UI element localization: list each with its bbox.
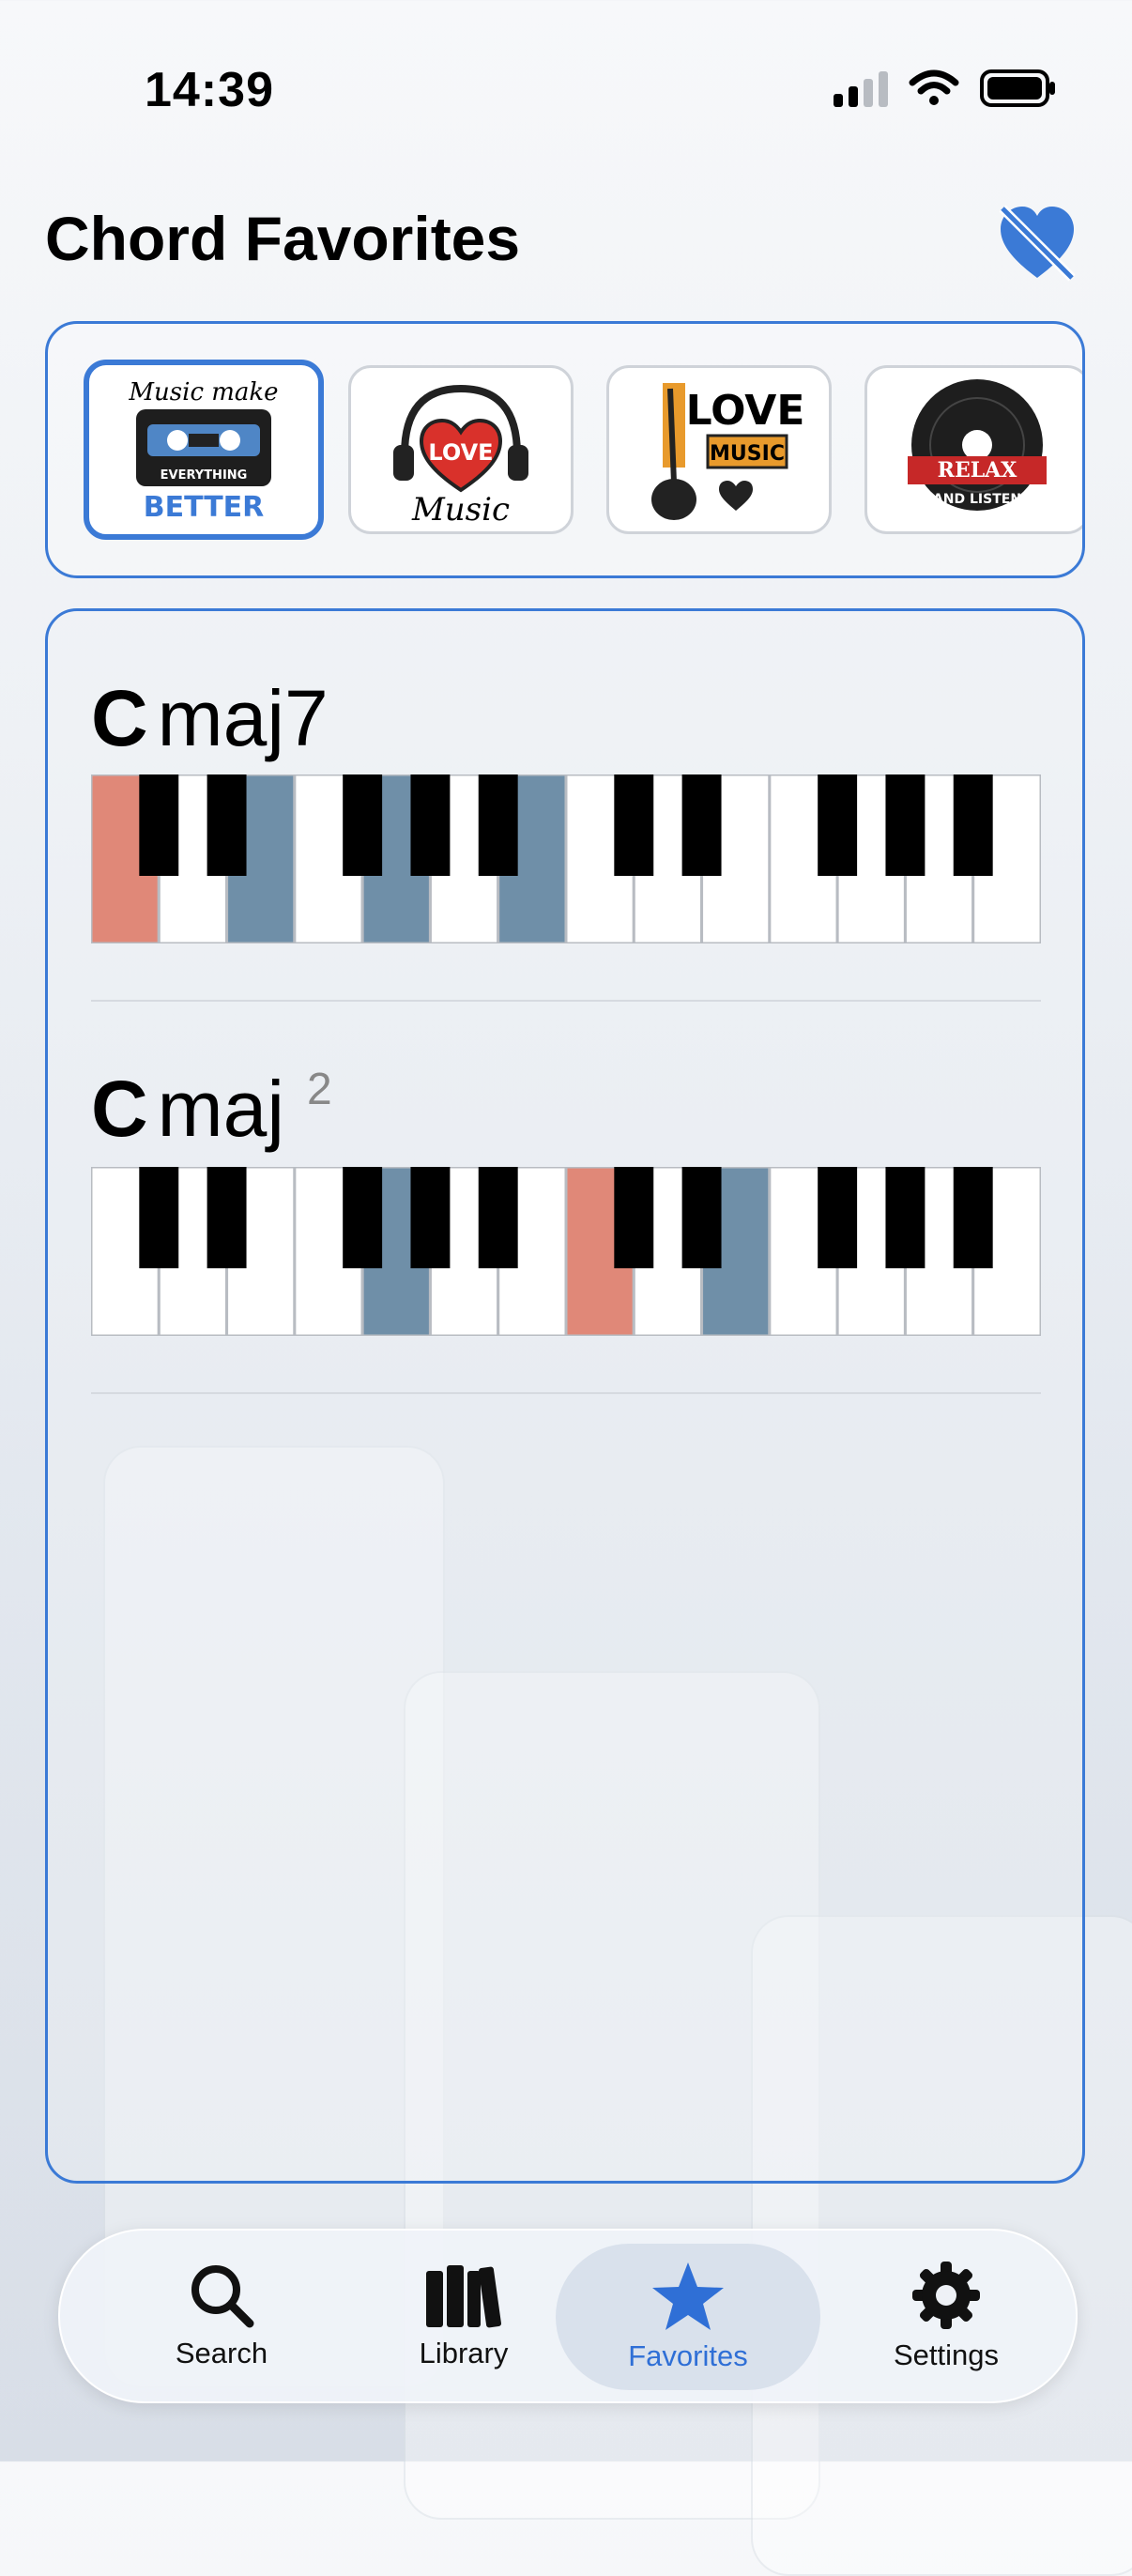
chord-extension: 2 (307, 1065, 332, 1114)
black-key[interactable] (953, 1167, 993, 1268)
status-time: 14:39 (145, 63, 274, 117)
sticker-strip[interactable]: Music make EVERYTHING BETTER LOVE Music … (45, 321, 1085, 578)
black-key[interactable] (478, 1167, 518, 1268)
sticker-relax-and-listen[interactable]: RELAX AND LISTEN (864, 365, 1082, 534)
books-icon (426, 2265, 501, 2328)
sticker-love-music[interactable]: LOVE Music (348, 365, 574, 534)
vinyl-record-sticker-icon: RELAX AND LISTEN (908, 379, 1047, 511)
chord-title[interactable]: C maj 2 (91, 1064, 332, 1155)
black-key[interactable] (410, 774, 451, 876)
black-key[interactable] (343, 1167, 383, 1268)
piano-keyboard[interactable] (91, 774, 1041, 943)
tab-search[interactable]: Search (101, 2231, 342, 2401)
black-key[interactable] (818, 774, 858, 876)
black-key[interactable] (614, 1167, 654, 1268)
heart-headphones-sticker-icon: LOVE Music (393, 384, 528, 529)
black-key[interactable] (207, 774, 247, 876)
gear-icon (912, 2262, 980, 2329)
black-key[interactable] (343, 774, 383, 876)
black-key[interactable] (139, 774, 179, 876)
svg-text:RELAX: RELAX (938, 458, 1018, 483)
black-key[interactable] (885, 1167, 925, 1268)
black-key[interactable] (681, 1167, 722, 1268)
sticker-music-make-better[interactable]: Music make EVERYTHING BETTER (84, 360, 324, 540)
svg-text:LOVE: LOVE (686, 387, 805, 435)
unfavorite-heart-icon[interactable] (993, 199, 1081, 287)
page-title: Chord Favorites (45, 204, 521, 273)
black-key[interactable] (139, 1167, 179, 1268)
svg-text:AND LISTEN: AND LISTEN (933, 492, 1021, 507)
svg-text:Music make: Music make (128, 378, 278, 406)
svg-text:MUSIC: MUSIC (710, 442, 785, 466)
divider (91, 1392, 1041, 1394)
black-key[interactable] (885, 774, 925, 876)
cassette-sticker-icon: Music make EVERYTHING BETTER (128, 378, 278, 524)
svg-text:EVERYTHING: EVERYTHING (161, 468, 248, 483)
chord-root: C (91, 674, 148, 762)
black-key[interactable] (478, 774, 518, 876)
chord-root: C (91, 1065, 148, 1153)
tab-settings[interactable]: Settings (826, 2231, 1066, 2401)
svg-text:LOVE: LOVE (428, 439, 493, 466)
black-key[interactable] (614, 774, 654, 876)
black-key[interactable] (818, 1167, 858, 1268)
tab-library[interactable]: Library (344, 2231, 584, 2401)
svg-text:Music: Music (411, 491, 510, 529)
star-icon (652, 2262, 724, 2330)
magnifier-icon (191, 2265, 254, 2328)
sticker-love-music-guitar[interactable]: LOVE MUSIC (606, 365, 832, 534)
black-key[interactable] (207, 1167, 247, 1268)
divider (91, 1000, 1041, 1002)
guitar-sticker-icon: LOVE MUSIC (651, 383, 805, 520)
chord-title[interactable]: C maj7 (91, 673, 329, 764)
signal-icon (834, 69, 888, 107)
wifi-icon (909, 69, 959, 105)
tab-bar: Search Library Favorites Settings (58, 2229, 1078, 2403)
tab-label: Favorites (628, 2339, 748, 2372)
status-icons (834, 69, 1057, 107)
tab-label: Search (175, 2337, 268, 2369)
chord-quality: maj (157, 1065, 285, 1153)
tab-label: Settings (893, 2338, 999, 2371)
black-key[interactable] (953, 774, 993, 876)
black-key[interactable] (410, 1167, 451, 1268)
svg-text:BETTER: BETTER (144, 491, 265, 524)
tab-favorites[interactable]: Favorites (556, 2244, 820, 2390)
battery-icon (980, 69, 1055, 107)
chord-list[interactable]: C maj7 C maj 2 (45, 608, 1085, 2184)
tab-label: Library (419, 2337, 509, 2369)
chord-quality: maj7 (157, 674, 329, 762)
piano-keyboard[interactable] (91, 1167, 1041, 1336)
black-key[interactable] (681, 774, 722, 876)
